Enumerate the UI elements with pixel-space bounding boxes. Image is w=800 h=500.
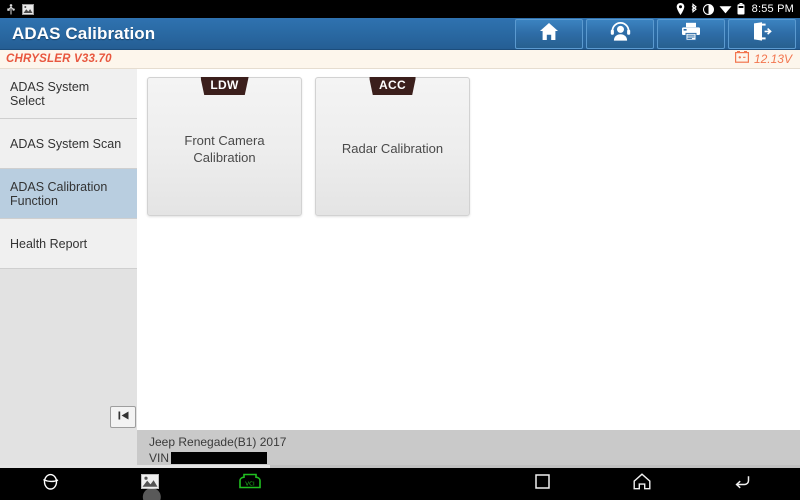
exit-button[interactable]: [728, 18, 796, 49]
sidebar-item-label: Health Report: [10, 236, 88, 251]
usb-icon: [6, 3, 16, 15]
vin-label: VIN: [149, 451, 170, 465]
home-button[interactable]: [515, 18, 583, 49]
support-button[interactable]: [586, 18, 654, 49]
vin-redacted-value: [171, 452, 268, 464]
sidebar-item-label: ADAS System Scan: [10, 136, 122, 151]
svg-text:VCI: VCI: [245, 481, 255, 487]
skip-to-start-icon: [117, 408, 130, 426]
main-content: LDW Front Camera Calibration ACC Radar C…: [137, 69, 800, 465]
card-radar-calibration[interactable]: ACC Radar Calibration: [315, 77, 470, 216]
brightness-contrast-icon: [702, 3, 714, 15]
card-badge: LDW: [200, 77, 249, 95]
car-battery-icon: [734, 50, 749, 68]
back-icon: [733, 474, 751, 495]
browser-icon: [41, 472, 60, 496]
sidebar-item-label: ADAS System Select: [10, 79, 90, 108]
sidebar-item-adas-system-scan[interactable]: ADAS System Scan: [0, 119, 137, 169]
print-button[interactable]: [657, 18, 725, 49]
exit-door-icon: [752, 21, 772, 46]
home-icon: [633, 473, 651, 495]
vehicle-name: Jeep Renegade(B1) 2017: [149, 435, 287, 449]
vehicle-info-bar: Jeep Renegade(B1) 2017 VIN: [137, 430, 800, 465]
nav-bar-left-group: VCI: [0, 468, 300, 500]
vehicle-version-bar: CHRYSLER V33.70 12.13V: [0, 50, 800, 69]
sidebar-empty-space: [0, 269, 137, 465]
voltage-indicator: 12.13V: [734, 50, 792, 68]
status-bar-clock: 8:55 PM: [751, 3, 794, 15]
vehicle-version-label: CHRYSLER V33.70: [6, 53, 112, 65]
card-label: Radar Calibration: [341, 141, 444, 156]
body-area: ADAS System Select ADAS System Scan ADAS…: [0, 69, 800, 465]
sidebar-item-adas-system-select[interactable]: ADAS System Select: [0, 69, 137, 119]
headset-person-icon: [610, 21, 631, 46]
collapse-sidebar-button[interactable]: [110, 406, 136, 428]
app-header: ADAS Calibration: [0, 18, 800, 50]
android-nav-bar: VCI: [0, 465, 800, 500]
recent-apps-button[interactable]: [512, 474, 572, 494]
bluetooth-icon: [690, 3, 698, 15]
sidebar-item-adas-calibration-function[interactable]: ADAS Calibration Function: [0, 169, 137, 219]
battery-icon: [737, 3, 745, 15]
touch-feedback-indicator: [142, 488, 161, 500]
home-icon: [539, 22, 559, 46]
vci-connector-icon: VCI: [238, 473, 262, 495]
wifi-icon: [719, 4, 732, 14]
vehicle-vin-row: VIN: [149, 450, 800, 466]
card-badge: ACC: [369, 77, 416, 95]
status-bar-left-icons: [6, 0, 34, 18]
back-button[interactable]: [712, 474, 772, 495]
voltage-value: 12.13V: [753, 52, 792, 66]
home-button-nav[interactable]: [612, 473, 672, 495]
vci-status-button[interactable]: VCI: [200, 473, 300, 495]
recent-apps-icon: [534, 474, 550, 494]
screenshot-image-icon: [22, 3, 34, 15]
printer-icon: [681, 22, 701, 46]
sidebar-item-label: ADAS Calibration Function: [10, 179, 108, 208]
android-status-bar: 8:55 PM: [0, 0, 800, 18]
header-button-group: [515, 18, 800, 50]
tablet-screen: 8:55 PM ADAS Calibration CHRYSLER V33.70…: [0, 0, 800, 500]
nav-bar-right-group: [512, 468, 772, 500]
sidebar-item-health-report[interactable]: Health Report: [0, 219, 137, 269]
page-title: ADAS Calibration: [12, 23, 156, 43]
calibration-card-list: LDW Front Camera Calibration ACC Radar C…: [147, 77, 800, 216]
card-label: Front Camera Calibration: [184, 132, 265, 165]
location-pin-icon: [676, 3, 685, 15]
browser-button[interactable]: [0, 472, 100, 496]
gallery-button[interactable]: [100, 474, 200, 500]
card-front-camera-calibration[interactable]: LDW Front Camera Calibration: [147, 77, 302, 216]
status-bar-right-icons: 8:55 PM: [676, 0, 794, 18]
